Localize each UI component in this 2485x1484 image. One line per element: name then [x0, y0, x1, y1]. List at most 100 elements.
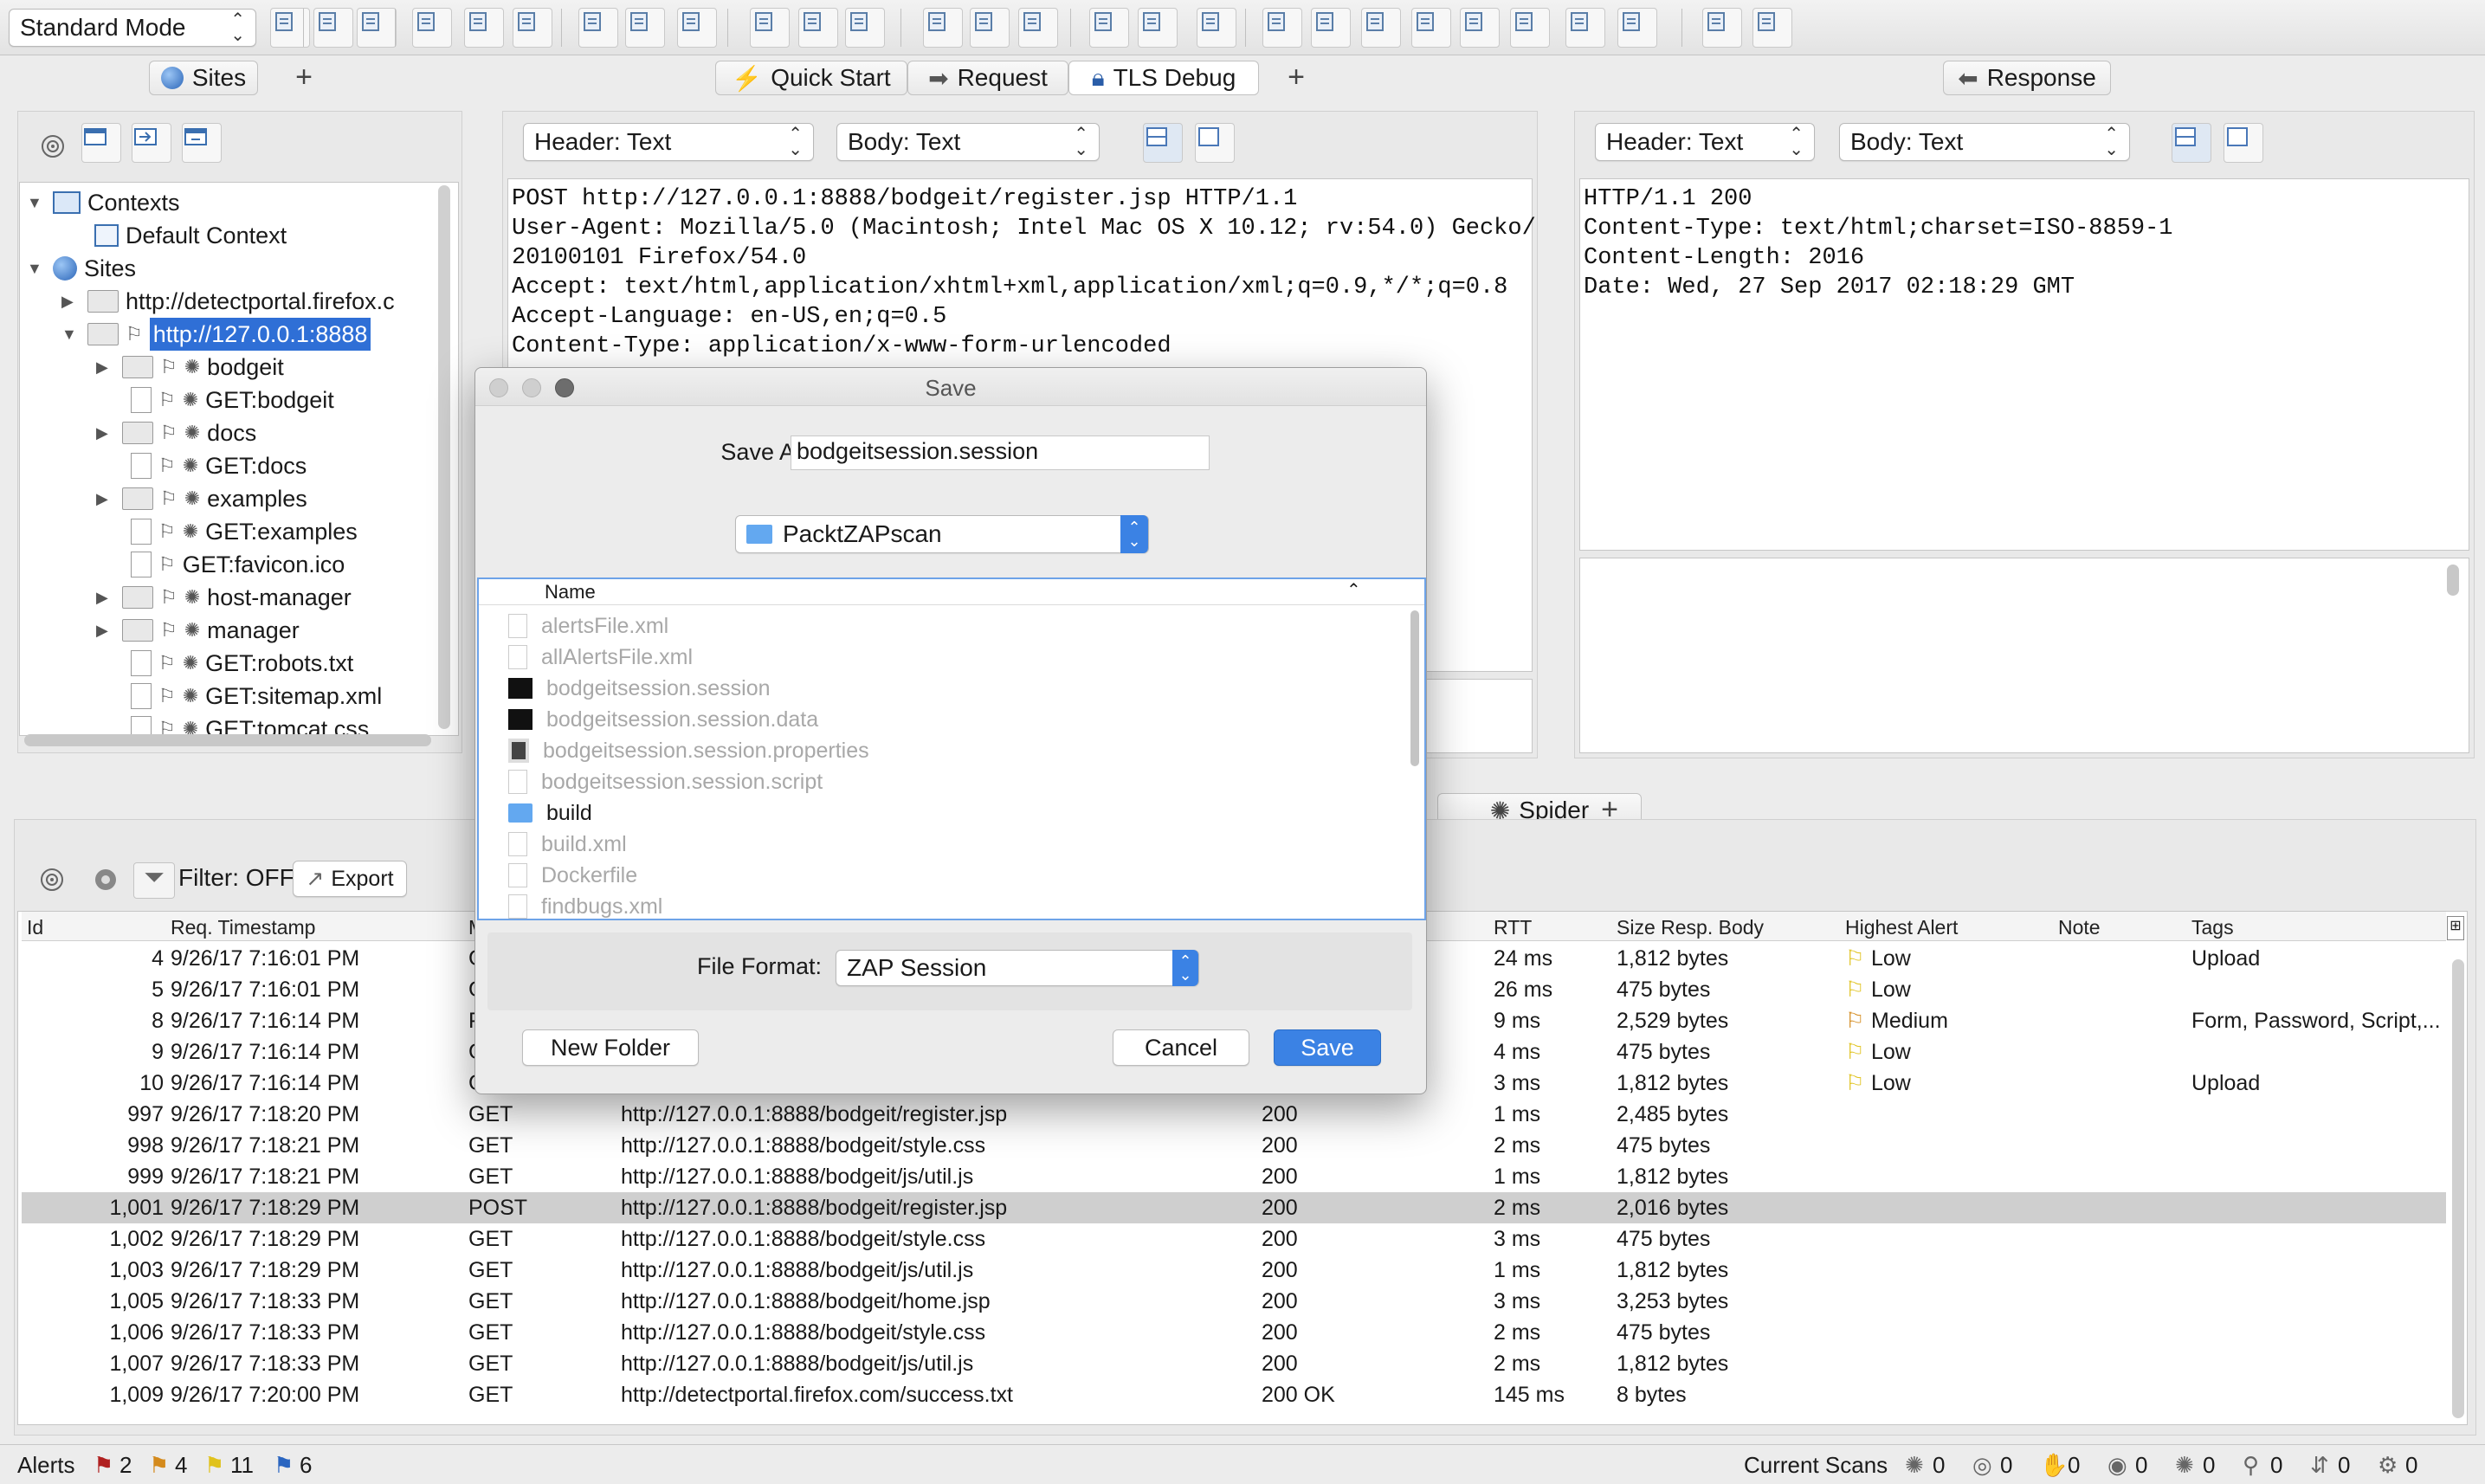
scope-icon[interactable]: [88, 862, 123, 897]
file-list-item[interactable]: bodgeitsession.session: [508, 673, 771, 704]
history-row[interactable]: 998 9/26/17 7:18:21 PM GET http://127.0.0.1…: [22, 1130, 2446, 1161]
layout-list-icon[interactable]: [1018, 8, 1058, 48]
sites-vscrollbar[interactable]: [438, 185, 450, 729]
new-folder-button[interactable]: New Folder: [522, 1029, 699, 1066]
terminal-icon[interactable]: [1617, 8, 1657, 48]
file-list-item[interactable]: findbugs.xml: [508, 891, 662, 922]
col-tags[interactable]: Tags: [2191, 912, 2234, 943]
file-list-item[interactable]: bodgeitsession.session.data: [508, 704, 818, 735]
mode-select[interactable]: Standard Mode ⌃ ⌄: [9, 9, 256, 47]
save-session-icon[interactable]: [357, 8, 397, 48]
history-row[interactable]: 999 9/26/17 7:18:21 PM GET http://127.0.0.1…: [22, 1161, 2446, 1192]
tab-sites[interactable]: Sites: [149, 61, 258, 95]
request-header-select[interactable]: Header: Text ⌃ ⌄: [523, 123, 814, 161]
response-header-select[interactable]: Header: Text ⌃ ⌄: [1595, 123, 1815, 161]
tree-node[interactable]: ▶ ⚐ ✺ manager: [96, 614, 300, 647]
format-select[interactable]: ZAP Session ⌃ ⌄: [836, 950, 1199, 986]
open-session-icon[interactable]: [313, 8, 353, 48]
response-body-text[interactable]: [1579, 558, 2469, 753]
col-size[interactable]: Size Resp. Body: [1617, 912, 1764, 943]
tree-node[interactable]: ⚐ ✺ GET:sitemap.xml: [131, 680, 382, 713]
history-row[interactable]: 1,009 9/26/17 7:20:00 PM GET http://detectp…: [22, 1379, 2446, 1410]
request-body-select[interactable]: Body: Text ⌃ ⌄: [836, 123, 1100, 161]
history-scrollbar[interactable]: [2452, 959, 2464, 1418]
manage-addons-icon[interactable]: [1138, 8, 1178, 48]
history-row[interactable]: 1,002 9/26/17 7:18:29 PM GET http://127.0.0…: [22, 1223, 2446, 1255]
tree-site-detectportal[interactable]: ▶ http://detectportal.firefox.c: [61, 285, 395, 318]
response-scrollbar[interactable]: [2447, 565, 2459, 596]
export-icon[interactable]: [578, 8, 618, 48]
new-context-icon[interactable]: [81, 123, 121, 163]
sort-up-icon[interactable]: ⌃: [1346, 579, 1361, 601]
file-list-item[interactable]: bodgeitsession.session.script: [508, 766, 823, 797]
column-chooser-icon[interactable]: ⊞: [2447, 916, 2464, 940]
drop-icon[interactable]: [1411, 8, 1451, 48]
response-header-text[interactable]: HTTP/1.1 200 Content-Type: text/html;char…: [1579, 178, 2469, 551]
folder-tools-icon[interactable]: [1565, 8, 1605, 48]
tab-tls-debug[interactable]: 🔒︎ TLS Debug: [1068, 61, 1259, 95]
file-list-item[interactable]: Dockerfile: [508, 860, 637, 891]
layout-tabs-icon[interactable]: [750, 8, 790, 48]
tree-node[interactable]: ⚐ GET:favicon.ico: [131, 548, 345, 581]
step-icon[interactable]: [1311, 8, 1351, 48]
history-row[interactable]: 1,006 9/26/17 7:18:33 PM GET http://127.0.0…: [22, 1317, 2446, 1348]
new-session-icon[interactable]: [270, 8, 310, 48]
col-timestamp[interactable]: Req. Timestamp: [171, 912, 315, 943]
layout-full-icon[interactable]: [845, 8, 885, 48]
col-rtt[interactable]: RTT: [1494, 912, 1532, 943]
tab-request[interactable]: ➡ Request: [907, 61, 1068, 95]
tree-site-localhost[interactable]: ▼ ⚐ http://127.0.0.1:8888: [61, 318, 371, 351]
bug-icon[interactable]: [1460, 8, 1500, 48]
session-properties-icon[interactable]: [464, 8, 504, 48]
tree-node[interactable]: ⚐ ✺ GET:bodgeit: [131, 384, 334, 416]
target-icon[interactable]: [35, 128, 71, 165]
tab-quick-start[interactable]: ⚡ Quick Start: [715, 61, 907, 95]
tree-node[interactable]: ▶ ⚐ ✺ docs: [96, 416, 256, 449]
delete-icon[interactable]: [625, 8, 665, 48]
continue-icon[interactable]: [1361, 8, 1401, 48]
split-horizontal-icon[interactable]: [1143, 123, 1183, 163]
file-list-item[interactable]: alertsFile.xml: [508, 610, 668, 642]
tree-node[interactable]: ▶ ⚐ ✺ examples: [96, 482, 307, 515]
options-icon[interactable]: [513, 8, 552, 48]
tree-node[interactable]: ⚐ ✺ GET:tomcat.css: [131, 713, 369, 735]
file-list-scrollbar[interactable]: [1410, 610, 1419, 766]
expand-icon[interactable]: ▶: [96, 482, 115, 515]
expand-icon[interactable]: ▶: [96, 581, 115, 614]
folder-select[interactable]: PacktZAPscan ⌃ ⌄: [735, 515, 1149, 553]
tree-node[interactable]: ⚐ ✺ GET:robots.txt: [131, 647, 353, 680]
target-icon[interactable]: [35, 862, 69, 897]
cancel-button[interactable]: Cancel: [1113, 1029, 1249, 1066]
save-button[interactable]: Save: [1274, 1029, 1381, 1066]
proxy-icon[interactable]: [677, 8, 717, 48]
filename-input[interactable]: bodgeitsession.session: [791, 436, 1210, 470]
col-note[interactable]: Note: [2058, 912, 2101, 943]
layout-horizontal-icon[interactable]: [798, 8, 838, 48]
tree-node[interactable]: ⚐ ✺ GET:docs: [131, 449, 307, 482]
expand-icon[interactable]: ▶: [96, 614, 115, 647]
add-tab-icon[interactable]: +: [284, 61, 324, 95]
scan-policy-icon[interactable]: [1089, 8, 1129, 48]
file-list-item[interactable]: allAlertsFile.xml: [508, 642, 693, 673]
encode-icon[interactable]: [1510, 8, 1550, 48]
import-context-icon[interactable]: [132, 123, 171, 163]
export-context-icon[interactable]: [182, 123, 222, 163]
history-row[interactable]: 1,007 9/26/17 7:18:33 PM GET http://127.0.0…: [22, 1348, 2446, 1379]
tree-contexts[interactable]: ▼ Contexts: [27, 186, 180, 219]
online-help-icon[interactable]: [1752, 8, 1792, 48]
split-vertical-icon[interactable]: [1195, 123, 1235, 163]
export-button[interactable]: ↗ Export: [293, 861, 407, 897]
history-row[interactable]: 1,001 9/26/17 7:18:29 PM POST http://127.0.…: [22, 1192, 2446, 1223]
tree-node[interactable]: ⚐ ✺ GET:examples: [131, 515, 358, 548]
col-alert[interactable]: Highest Alert: [1845, 912, 1958, 943]
filter-icon[interactable]: ⏷: [133, 862, 175, 899]
snapshot-icon[interactable]: [412, 8, 452, 48]
tree-node[interactable]: ▶ ⚐ ✺ host-manager: [96, 581, 352, 614]
break-icon[interactable]: [1262, 8, 1302, 48]
layout-expand-icon[interactable]: [923, 8, 963, 48]
file-list-item[interactable]: build.xml: [508, 829, 627, 860]
sites-hscrollbar[interactable]: [24, 734, 431, 746]
name-column-header[interactable]: Name: [545, 581, 596, 603]
file-list-item[interactable]: build: [508, 797, 592, 829]
hint-icon[interactable]: [1197, 8, 1236, 48]
